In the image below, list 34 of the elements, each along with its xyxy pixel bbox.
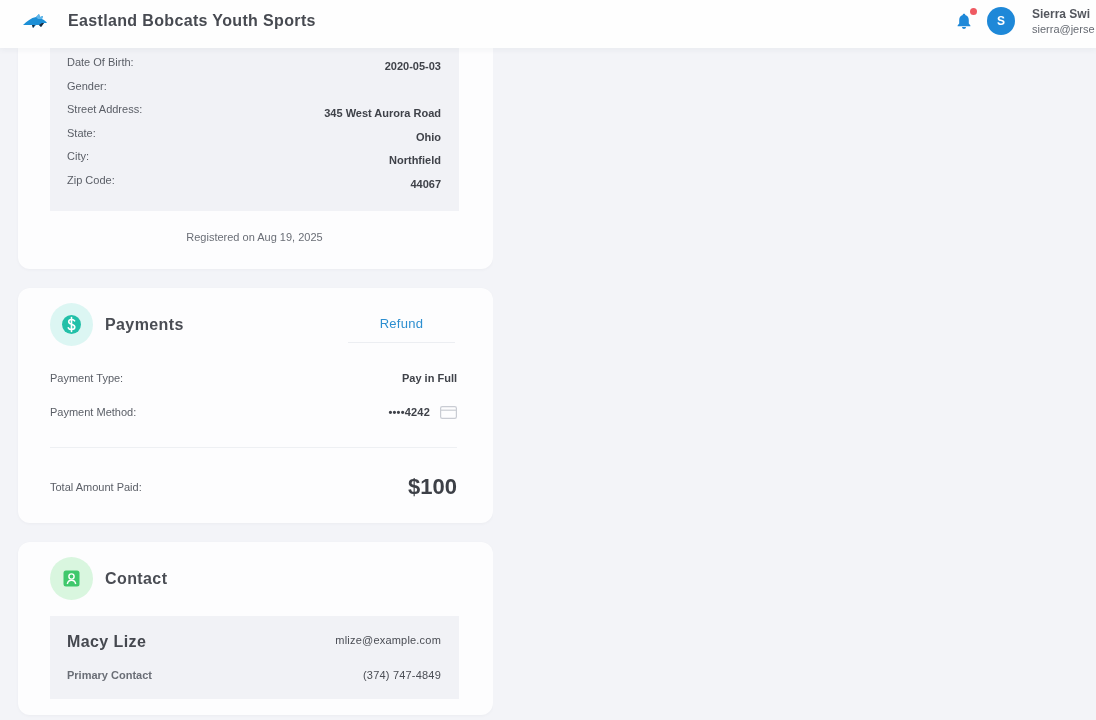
field-label: Date Of Birth: [67, 55, 134, 69]
field-value: 44067 [410, 176, 441, 191]
card-title: Payments [105, 315, 184, 334]
card-number: ••••4242 [388, 405, 430, 419]
logo-icon [22, 13, 48, 29]
total-amount: $100 [408, 474, 457, 500]
field-value: 2020-05-03 [384, 59, 441, 73]
field-label: Payment Method: [50, 405, 137, 419]
card-title: Contact [105, 569, 168, 588]
user-name: Sierra Swi [1032, 6, 1092, 21]
field-label: State: [67, 125, 96, 140]
registration-date: Registered on Aug 19, 2025 [186, 231, 323, 243]
user-avatar[interactable]: S [987, 7, 1015, 35]
contact-role: Primary Contact [67, 669, 152, 681]
refund-button[interactable]: Refund [348, 305, 455, 343]
contact-icon [50, 557, 93, 600]
total-label: Total Amount Paid: [50, 480, 142, 494]
field-label: Gender: [67, 78, 107, 93]
field-value: Ohio [415, 129, 441, 144]
contact-email: mlize@example.com [335, 633, 441, 647]
field-label: Street Address: [67, 102, 143, 116]
app-title: Eastland Bobcats Youth Sports [68, 12, 316, 30]
dollar-icon [50, 303, 93, 346]
field-label: Payment Type: [50, 371, 124, 385]
field-value: Pay in Full [402, 371, 457, 385]
user-email: sierra@jerse [1032, 22, 1096, 36]
contact-phone: (374) 747-4849 [362, 669, 441, 681]
field-label: City: [67, 149, 89, 163]
field-value: 345 West Aurora Road [324, 106, 441, 120]
field-label: Zip Code: [67, 172, 115, 187]
credit-card-icon [440, 405, 457, 419]
field-value: Northfield [389, 153, 441, 167]
notification-bell-icon[interactable] [957, 13, 971, 29]
contact-name: Macy Lize [67, 633, 147, 651]
